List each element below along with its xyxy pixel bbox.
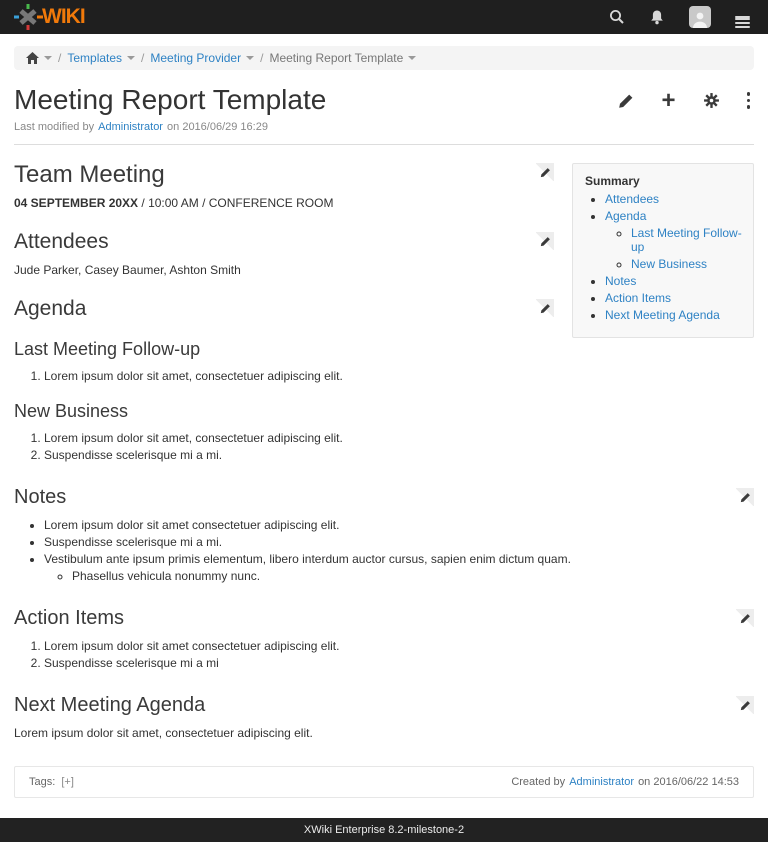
- list-item: Attendees: [605, 192, 743, 206]
- summary-link-action-items[interactable]: Action Items: [605, 291, 671, 305]
- version-text: XWiki Enterprise 8.2-milestone-2: [304, 824, 464, 836]
- user-avatar[interactable]: [689, 6, 711, 28]
- document-content: Summary Attendees Agenda Last Meeting Fo…: [0, 145, 768, 798]
- new-business-list: Lorem ipsum dolor sit amet, consectetuer…: [14, 431, 754, 462]
- summary-title: Summary: [585, 174, 743, 188]
- list-item: New Business: [631, 257, 743, 271]
- pencil-icon: [740, 613, 751, 624]
- document-footer: Tags: [+] Created by Administrator on 20…: [14, 766, 754, 798]
- list-item: Lorem ipsum dolor sit amet, consectetuer…: [44, 431, 754, 445]
- more-actions-button[interactable]: [747, 92, 751, 109]
- section-heading-notes: Notes: [14, 486, 754, 509]
- home-icon: [26, 52, 39, 64]
- chevron-down-icon[interactable]: [44, 56, 52, 60]
- notifications-bell-icon[interactable]: [649, 9, 665, 26]
- breadcrumb-separator: /: [260, 51, 263, 65]
- list-item: Vestibulum ante ipsum primis elementum, …: [44, 552, 754, 583]
- last-modified-line: Last modified by Administrator on 2016/0…: [14, 121, 754, 133]
- section-heading-last-meeting-follow-up: Last Meeting Follow-up: [14, 339, 754, 360]
- section-edit-button[interactable]: [536, 232, 554, 250]
- chevron-down-icon[interactable]: [246, 56, 254, 60]
- breadcrumb-separator: /: [58, 51, 61, 65]
- breadcrumb-item-meeting-provider[interactable]: Meeting Provider: [150, 51, 241, 65]
- modified-suffix: on 2016/06/29 16:29: [167, 121, 268, 133]
- list-item: Suspendisse scelerisque mi a mi.: [44, 448, 754, 462]
- breadcrumb-item-current: Meeting Report Template: [269, 51, 403, 65]
- created-suffix: on 2016/06/22 14:53: [638, 776, 739, 788]
- notes-list: Lorem ipsum dolor sit amet consectetuer …: [14, 518, 754, 583]
- section-edit-button[interactable]: [736, 609, 754, 627]
- search-icon[interactable]: [609, 9, 625, 25]
- section-edit-button[interactable]: [536, 299, 554, 317]
- page-title: Meeting Report Template: [14, 84, 326, 116]
- summary-panel: Summary Attendees Agenda Last Meeting Fo…: [572, 163, 754, 338]
- modified-user-link[interactable]: Administrator: [98, 121, 163, 133]
- summary-link-new-business[interactable]: New Business: [631, 257, 707, 271]
- created-prefix: Created by: [511, 776, 565, 788]
- breadcrumb-item-templates[interactable]: Templates: [67, 51, 122, 65]
- list-item: Lorem ipsum dolor sit amet consectetuer …: [44, 639, 754, 653]
- top-navbar: WIKI: [0, 0, 768, 34]
- xwiki-logo-text: WIKI: [42, 5, 85, 29]
- version-footer: XWiki Enterprise 8.2-milestone-2: [0, 818, 768, 842]
- xwiki-logo-x-icon: [14, 3, 44, 31]
- pencil-icon: [618, 93, 634, 109]
- summary-link-agenda[interactable]: Agenda: [605, 209, 646, 223]
- modified-prefix: Last modified by: [14, 121, 94, 133]
- tags-area: Tags: [+]: [29, 776, 74, 788]
- create-page-button[interactable]: +: [661, 93, 675, 109]
- edit-page-button[interactable]: [618, 93, 634, 109]
- list-item: Action Items: [605, 291, 743, 305]
- list-item: Next Meeting Agenda: [605, 308, 743, 322]
- summary-link-attendees[interactable]: Attendees: [605, 192, 659, 206]
- breadcrumb-separator: /: [141, 51, 144, 65]
- gear-icon: [703, 92, 720, 109]
- section-heading-new-business: New Business: [14, 401, 754, 422]
- meeting-date: 04 SEPTEMBER 20XX: [14, 196, 138, 210]
- section-edit-button[interactable]: [736, 488, 754, 506]
- breadcrumb-home[interactable]: [26, 52, 52, 64]
- tags-label: Tags:: [29, 776, 55, 788]
- pencil-icon: [540, 303, 551, 314]
- meeting-meta-rest: / 10:00 AM / CONFERENCE ROOM: [138, 196, 333, 210]
- section-edit-button[interactable]: [736, 696, 754, 714]
- pencil-icon: [540, 167, 551, 178]
- page-header: Meeting Report Template + Last modified …: [0, 70, 768, 145]
- list-item: Agenda Last Meeting Follow-up New Busine…: [605, 209, 743, 271]
- list-item: Phasellus vehicula nonummy nunc.: [72, 569, 754, 583]
- chevron-down-icon[interactable]: [127, 56, 135, 60]
- summary-link-next-meeting[interactable]: Next Meeting Agenda: [605, 308, 720, 322]
- add-tag-button[interactable]: [+]: [61, 776, 74, 788]
- list-item: Last Meeting Follow-up: [631, 226, 743, 254]
- created-by-line: Created by Administrator on 2016/06/22 1…: [511, 776, 739, 788]
- xwiki-logo[interactable]: WIKI: [14, 3, 85, 31]
- summary-link-last-meeting[interactable]: Last Meeting Follow-up: [631, 226, 742, 254]
- list-item: Suspendisse scelerisque mi a mi: [44, 656, 754, 670]
- list-item: Lorem ipsum dolor sit amet consectetuer …: [44, 518, 754, 532]
- created-user-link[interactable]: Administrator: [569, 776, 634, 788]
- list-item: Lorem ipsum dolor sit amet, consectetuer…: [44, 369, 754, 383]
- section-edit-button[interactable]: [536, 163, 554, 181]
- pencil-icon: [740, 492, 751, 503]
- list-item: Notes: [605, 274, 743, 288]
- pencil-icon: [540, 236, 551, 247]
- section-heading-next-meeting-agenda: Next Meeting Agenda: [14, 694, 754, 717]
- list-item: Suspendisse scelerisque mi a mi.: [44, 535, 754, 549]
- menu-hamburger-icon[interactable]: [735, 14, 750, 20]
- pencil-icon: [740, 700, 751, 711]
- last-meeting-list: Lorem ipsum dolor sit amet, consectetuer…: [14, 369, 754, 383]
- chevron-down-icon[interactable]: [408, 56, 416, 60]
- breadcrumb: / Templates / Meeting Provider / Meeting…: [14, 46, 754, 70]
- next-meeting-text: Lorem ipsum dolor sit amet, consectetuer…: [14, 726, 754, 740]
- settings-gear-button[interactable]: [703, 92, 720, 109]
- summary-link-notes[interactable]: Notes: [605, 274, 636, 288]
- section-heading-action-items: Action Items: [14, 607, 754, 630]
- action-items-list: Lorem ipsum dolor sit amet consectetuer …: [14, 639, 754, 670]
